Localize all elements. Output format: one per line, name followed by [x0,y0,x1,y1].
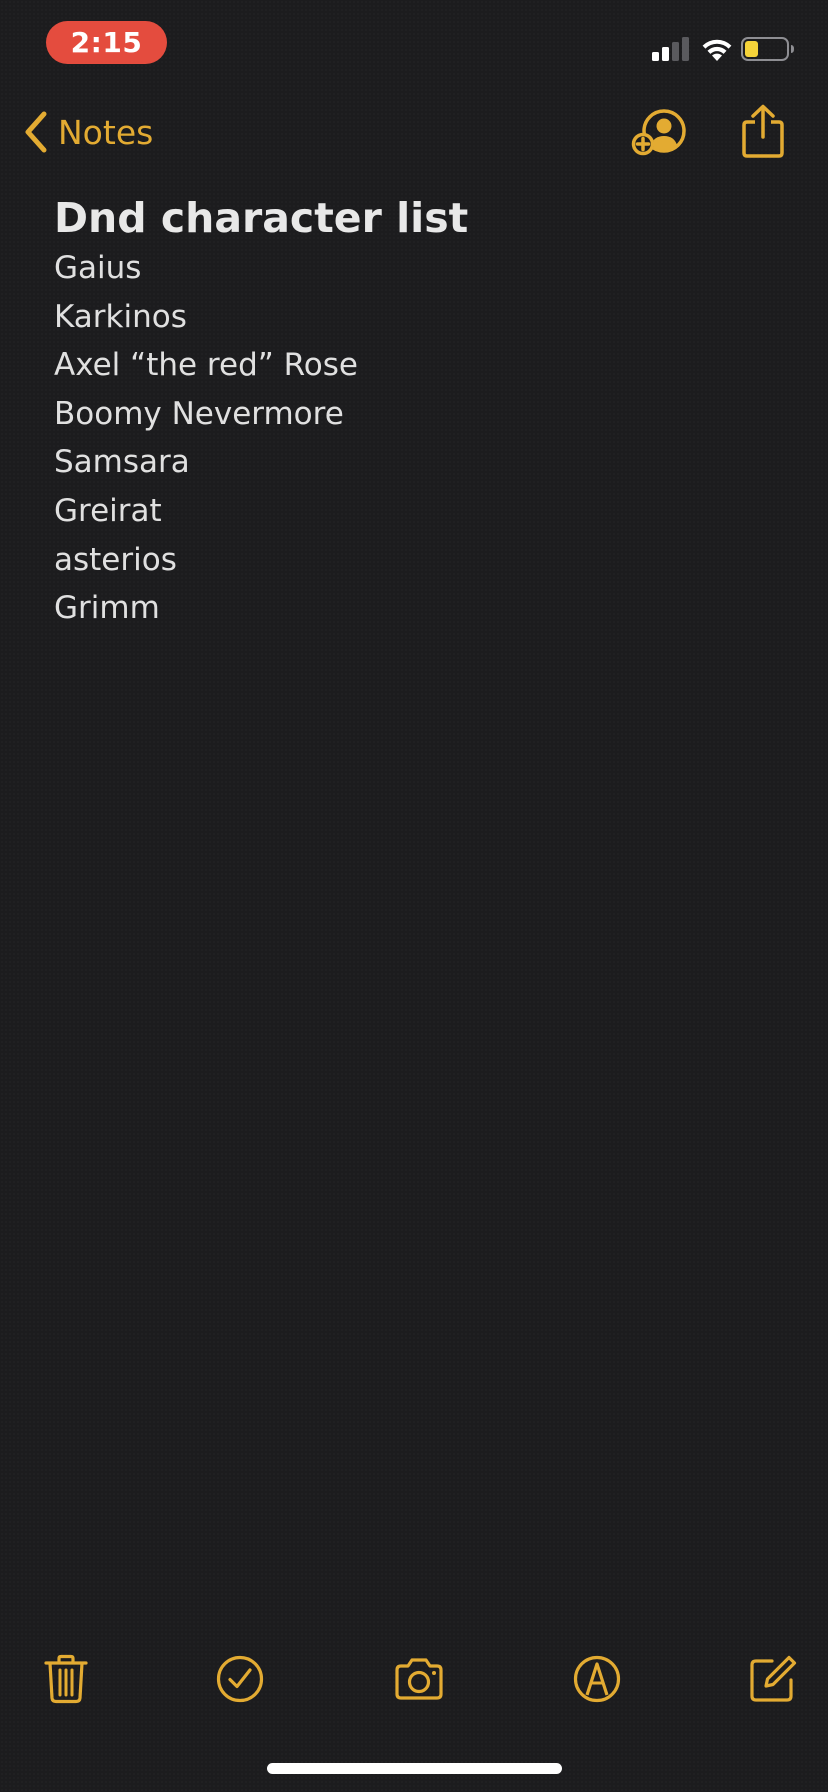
note-title[interactable]: Dnd character list [54,192,774,244]
wifi-icon [702,39,732,61]
note-line[interactable]: Boomy Nevermore [54,390,774,439]
chevron-left-icon [25,111,47,153]
status-time[interactable]: 2:15 [46,21,167,64]
status-bar: 2:15 [0,0,828,90]
add-person-icon[interactable] [630,108,688,158]
note-line[interactable]: Greirat [54,487,774,536]
note-line[interactable]: Samsara [54,438,774,487]
note-line[interactable]: Axel “the red” Rose [54,341,774,390]
back-to-notes-button[interactable]: Notes [22,108,153,156]
note-line[interactable]: asterios [54,536,774,585]
note-line[interactable]: Karkinos [54,293,774,342]
checklist-icon[interactable] [215,1654,265,1704]
trash-icon[interactable] [41,1654,91,1704]
camera-icon[interactable] [393,1654,445,1704]
back-label: Notes [58,112,154,152]
markup-pen-icon[interactable] [572,1654,622,1704]
compose-icon[interactable] [748,1654,798,1704]
battery-icon [741,37,794,61]
note-line[interactable]: Gaius [54,244,774,293]
note-line[interactable]: Grimm [54,584,774,633]
share-icon[interactable] [741,104,785,158]
note-body[interactable]: Dnd character list Gaius Karkinos Axel “… [54,192,774,633]
note-lines: Gaius Karkinos Axel “the red” Rose Boomy… [54,244,774,633]
home-indicator[interactable] [267,1763,562,1774]
cellular-signal-icon [652,37,689,61]
